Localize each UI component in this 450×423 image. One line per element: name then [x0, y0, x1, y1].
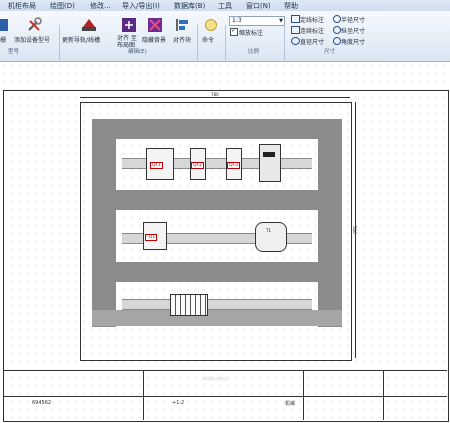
menu-cabinet-layout[interactable]: 机柜布局 — [8, 1, 36, 11]
ordinate-dim-button[interactable]: 纵坐尺寸 — [341, 26, 365, 35]
group-label-dimension: 尺寸 — [324, 49, 336, 55]
scale-value: 1:3 — [232, 17, 242, 24]
power-supply-label: T1 — [266, 228, 271, 233]
mounting-plate-bottom — [92, 310, 342, 326]
radius-dim-button[interactable]: 半径尺寸 — [341, 15, 365, 24]
ribbon: 栅 添加设备型号 更新导轨/线槽 对齐 至布局图 隐藏背景 对齐块 命令 1:3… — [0, 11, 450, 69]
linear-dim-button[interactable]: 定线标注 — [300, 15, 324, 24]
diameter-dim-icon — [291, 37, 300, 45]
menu-import-export[interactable]: 导入/导出(I) — [122, 1, 160, 11]
align-blocks-icon — [176, 19, 188, 31]
title-block-col — [383, 370, 384, 420]
command-button[interactable]: 命令 — [202, 35, 214, 44]
continuous-dim-button[interactable]: 连续标注 — [300, 26, 324, 35]
add-device-button[interactable]: 添加设备型号 — [14, 35, 50, 44]
ordinate-dim-icon — [333, 26, 341, 34]
device-tag: QF3 — [227, 162, 240, 169]
group-label-edit: 编辑(E) — [128, 49, 147, 55]
group-label-type: 型号 — [8, 49, 20, 55]
hide-background-icon — [148, 18, 162, 32]
width-dimension-line — [80, 97, 350, 98]
width-dimension-text: 780 — [211, 92, 219, 97]
mounting-plate-left — [92, 119, 116, 327]
hide-background-button[interactable]: 隐藏背景 — [142, 35, 166, 44]
group-label-scale: 比例 — [248, 49, 260, 55]
menu-help[interactable]: 帮助 — [284, 1, 298, 11]
title-block-row-line — [3, 396, 447, 397]
mounting-plate-middle-1 — [92, 190, 342, 210]
scale-checkbox-label: 缩放标注 — [239, 30, 264, 37]
tools-icon — [28, 17, 42, 31]
update-rails-button[interactable]: 更新导轨/线槽 — [62, 35, 100, 44]
drawing-sheet-type: 机械 — [285, 401, 296, 407]
device-tag: QF2 — [191, 162, 204, 169]
update-rail-icon — [82, 19, 96, 31]
menu-modify[interactable]: 修改... — [90, 1, 111, 11]
din-rail — [122, 299, 312, 310]
check-icon: ✓ — [231, 27, 237, 34]
blurred-drawing-title: xxxx-xxxx — [202, 376, 228, 382]
scale-checkbox[interactable]: ✓ — [230, 27, 238, 36]
title-block-col — [143, 370, 144, 420]
menu-tools[interactable]: 工具 — [218, 1, 232, 11]
contactor[interactable] — [259, 144, 281, 182]
drawing-canvas[interactable]: 780 500 QF1 QF2 QF3 -Q1 T1 xxxx-xxxx 694… — [0, 62, 450, 423]
menu-database[interactable]: 数据库(B) — [174, 1, 205, 11]
height-dimension-text: 500 — [352, 226, 357, 234]
drawing-scale: +1:2 — [172, 400, 185, 406]
device-tag: -Q1 — [145, 234, 158, 241]
mounting-plate-top — [92, 119, 342, 139]
scale-select[interactable]: 1:3 ▼ — [229, 16, 285, 26]
align-layout-icon — [122, 18, 136, 32]
angle-dim-button[interactable]: 角度尺寸 — [341, 37, 365, 46]
mounting-plate-middle-2 — [92, 262, 342, 282]
rail-button-label[interactable]: 栅 — [0, 35, 6, 44]
drawing-number: 694562 — [32, 400, 52, 406]
mounting-plate-right — [318, 119, 342, 327]
title-block-col — [303, 370, 304, 420]
diameter-dim-button[interactable]: 直径尺寸 — [300, 37, 324, 46]
chevron-down-icon: ▼ — [279, 18, 283, 24]
menu-window[interactable]: 窗口(N) — [246, 1, 271, 11]
align-blocks-button[interactable]: 对齐块 — [173, 35, 191, 44]
lightbulb-icon — [205, 19, 217, 31]
radius-dim-icon — [333, 15, 341, 23]
continuous-dim-icon — [291, 26, 300, 34]
linear-dim-icon — [291, 15, 300, 23]
angle-dim-icon — [333, 37, 341, 45]
menu-draw[interactable]: 绘图(D) — [50, 1, 75, 11]
terminal-block-group[interactable] — [170, 294, 208, 316]
device-tag: QF1 — [150, 162, 163, 169]
contactor-display — [263, 152, 275, 157]
rail-icon — [0, 19, 8, 31]
power-supply-unit[interactable] — [255, 222, 287, 252]
